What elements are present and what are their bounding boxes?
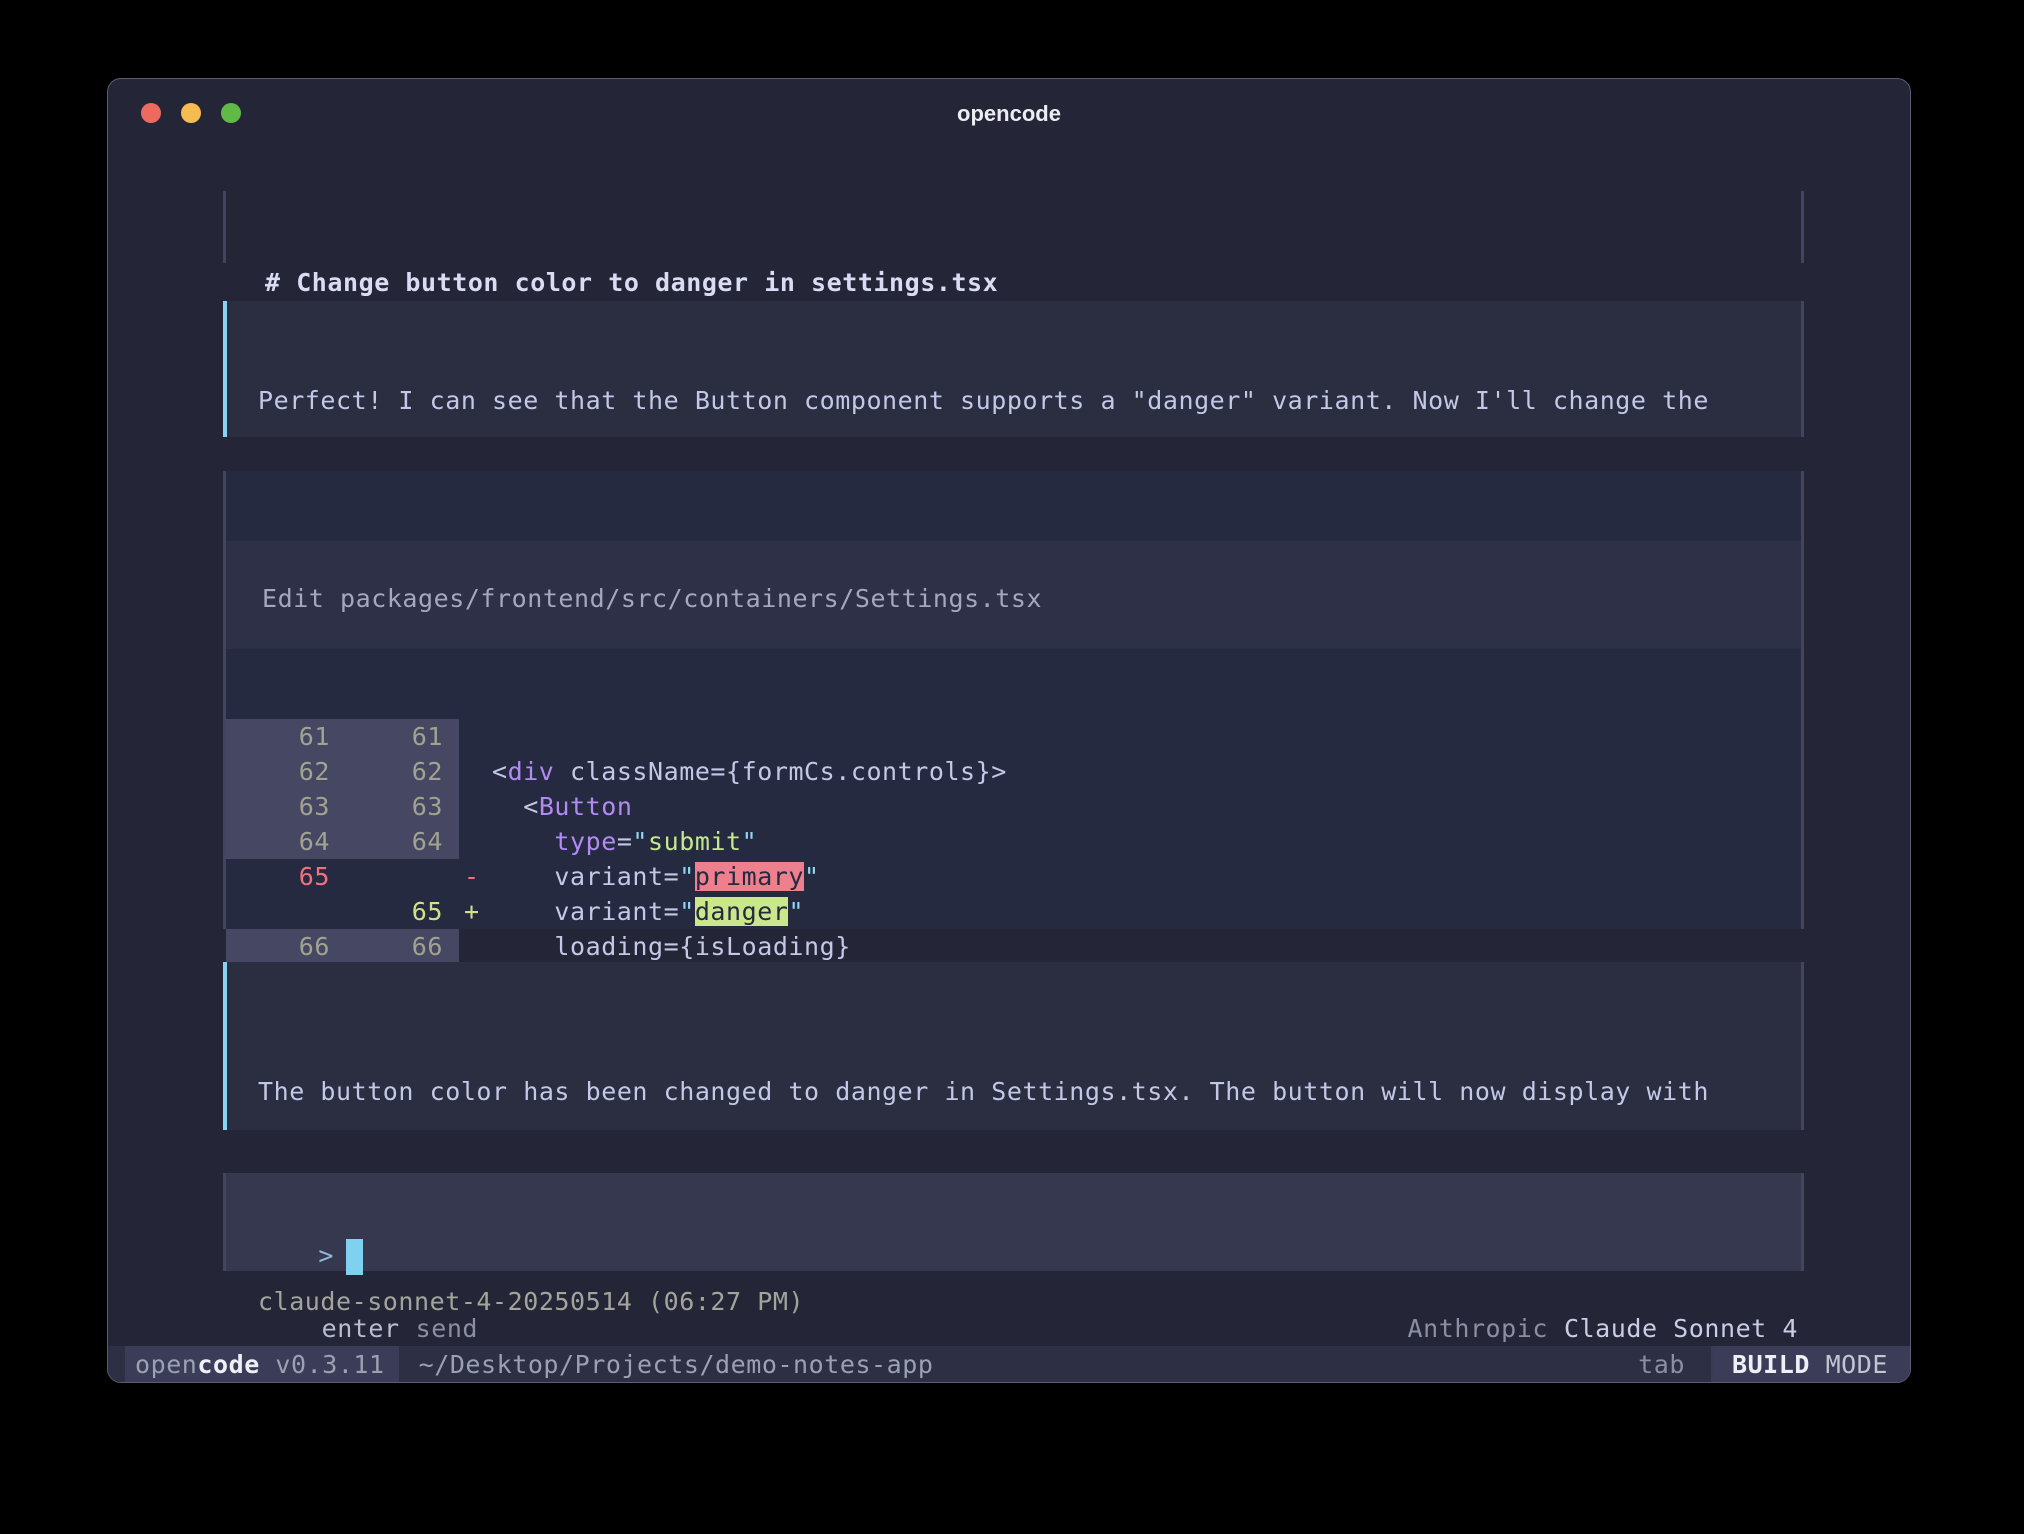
- diff-code-line: variant="danger": [490, 894, 1801, 929]
- diff-row: 65+ variant="danger": [226, 894, 1801, 929]
- diff-change-marker: [459, 929, 490, 964]
- hint-footer: entersend AnthropicClaude Sonnet 4: [223, 1287, 1804, 1317]
- diff-code-line: [490, 719, 1801, 754]
- diff-row: 65 - variant="primary": [226, 859, 1801, 894]
- provider-name: Anthropic: [1408, 1314, 1548, 1343]
- mode-primary: BUILD: [1732, 1350, 1810, 1379]
- diff-new-line-number: 64: [338, 824, 459, 859]
- mode-chip[interactable]: BUILD MODE: [1714, 1346, 1910, 1382]
- diff-row: 6666 loading={isLoading}: [226, 929, 1801, 964]
- text-cursor: [346, 1239, 363, 1275]
- edit-file-path: packages/frontend/src/containers/Setting…: [340, 584, 1042, 613]
- diff-change-marker: [459, 719, 490, 754]
- diff-new-line-number: 62: [338, 754, 459, 789]
- message-text-line: Perfect! I can see that the Button compo…: [258, 383, 1801, 418]
- model-indicator: AnthropicClaude Sonnet 4: [1314, 1287, 1798, 1317]
- diff-row: 6262 <div className={formCs.controls}>: [226, 754, 1801, 789]
- enter-key-hint: enter: [322, 1314, 400, 1343]
- diff-new-line-number: 61: [338, 719, 459, 754]
- diff-new-line-number: 66: [338, 929, 459, 964]
- diff-change-marker: -: [459, 859, 490, 894]
- model-name: Claude Sonnet 4: [1564, 1314, 1798, 1343]
- mode-secondary: MODE: [1810, 1350, 1888, 1379]
- session-header: # Change button color to danger in setti…: [223, 191, 1804, 263]
- message-text-line: The button color has been changed to dan…: [258, 1074, 1801, 1109]
- diff-change-marker: +: [459, 894, 490, 929]
- status-bar: opencode v0.3.11 ~/Desktop/Projects/demo…: [108, 1346, 1910, 1382]
- assistant-message: Perfect! I can see that the Button compo…: [223, 301, 1804, 437]
- diff-new-line-number: 65: [338, 894, 459, 929]
- app-version: v0.3.11: [260, 1350, 385, 1379]
- diff-code-line: <div className={formCs.controls}>: [490, 754, 1801, 789]
- edit-tool-header: Edit packages/frontend/src/containers/Se…: [226, 541, 1801, 649]
- diff-change-marker: [459, 789, 490, 824]
- edit-tool-block: Edit packages/frontend/src/containers/Se…: [223, 471, 1804, 929]
- diff-old-line-number: 66: [226, 929, 338, 964]
- diff-old-line-number: 63: [226, 789, 338, 824]
- send-hint: entersend: [228, 1287, 478, 1317]
- diff-old-line-number: 62: [226, 754, 338, 789]
- app-version-chip: opencode v0.3.11: [125, 1346, 399, 1382]
- edit-action-label: Edit: [262, 584, 340, 613]
- assistant-message: The button color has been changed to dan…: [223, 962, 1804, 1130]
- app-name-open: open: [135, 1350, 197, 1379]
- window-titlebar: opencode: [108, 79, 1910, 137]
- prompt-symbol: >: [318, 1241, 334, 1270]
- diff-new-line-number: [338, 859, 459, 894]
- diff-old-line-number: [226, 894, 338, 929]
- diff-code-line: type="submit": [490, 824, 1801, 859]
- window-title: opencode: [108, 101, 1910, 127]
- tab-key-hint[interactable]: tab: [1638, 1350, 1685, 1379]
- prompt-input[interactable]: >: [223, 1173, 1804, 1271]
- diff-change-marker: [459, 754, 490, 789]
- send-action-hint: send: [416, 1314, 478, 1343]
- diff-code-line: loading={isLoading}: [490, 929, 1801, 964]
- diff-change-marker: [459, 824, 490, 859]
- diff-new-line-number: 63: [338, 789, 459, 824]
- diff-old-line-number: 61: [226, 719, 338, 754]
- working-directory: ~/Desktop/Projects/demo-notes-app: [419, 1350, 934, 1379]
- diff-old-line-number: 65: [226, 859, 338, 894]
- app-name-code: code: [197, 1350, 259, 1379]
- diff-code-line: <Button: [490, 789, 1801, 824]
- opencode-window: opencode # Change button color to danger…: [107, 78, 1911, 1383]
- diff-old-line-number: 64: [226, 824, 338, 859]
- diff-row: 6161: [226, 719, 1801, 754]
- session-title: # Change button color to danger in setti…: [265, 265, 1761, 300]
- diff-row: 6464 type="submit": [226, 824, 1801, 859]
- diff-code-line: variant="primary": [490, 859, 1801, 894]
- diff-row: 6363 <Button: [226, 789, 1801, 824]
